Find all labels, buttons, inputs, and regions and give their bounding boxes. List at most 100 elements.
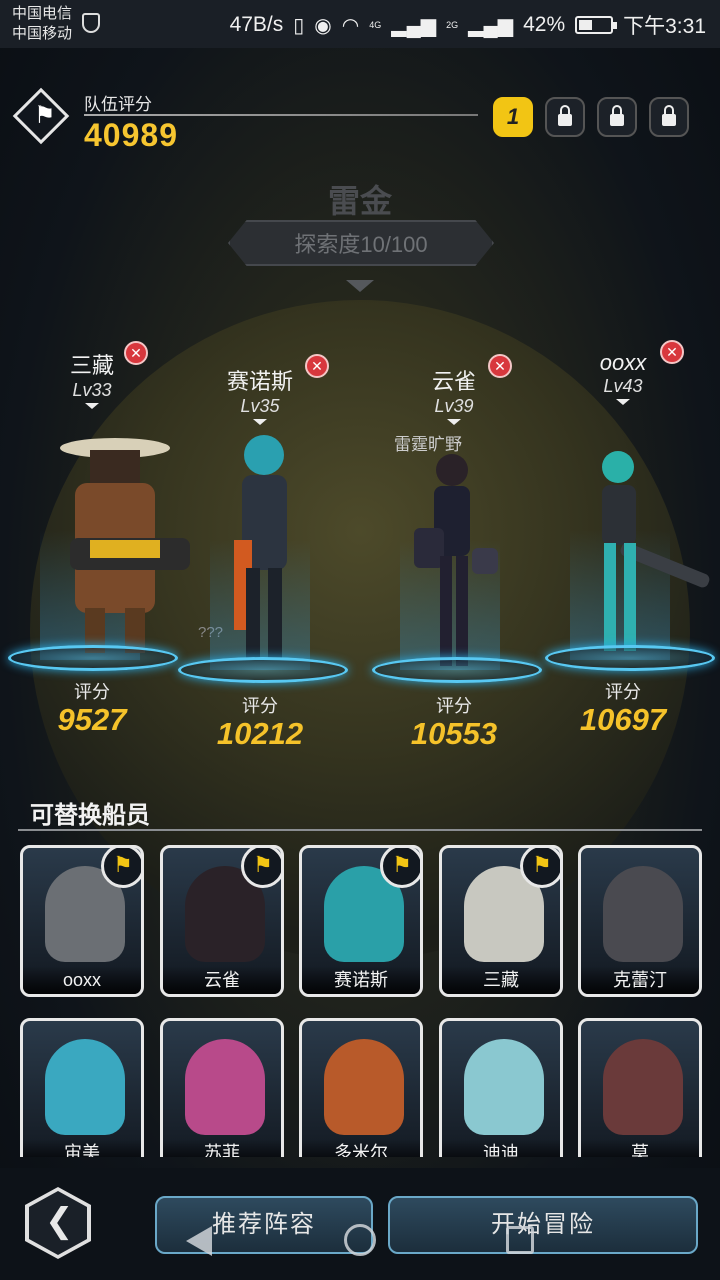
crew-figure-sainuosi[interactable] xyxy=(212,430,312,670)
team-slot-3[interactable] xyxy=(597,97,637,137)
crew-score-value: 10212 xyxy=(216,716,304,751)
carrier-2: 中国移动 xyxy=(12,25,73,42)
caret-down-icon xyxy=(616,399,630,405)
caret-down-icon xyxy=(447,419,461,425)
crew-score-value: 10553 xyxy=(410,716,498,751)
roster-card-ooxx[interactable]: ⚑ ooxx xyxy=(20,845,144,997)
avatar xyxy=(603,866,683,962)
roster-card-duomier[interactable]: 多米尔 xyxy=(299,1018,423,1157)
crew-figure-sanzang[interactable] xyxy=(30,428,200,663)
remove-crew-2-button[interactable]: ✕ xyxy=(305,354,329,378)
status-right: 47B/s ▯ ◉ ◠ 4G ▂▄▆ 2G ▂▄▆ 42% 下午3:31 xyxy=(230,10,706,40)
crew-level: Lv35 xyxy=(240,396,280,416)
roster-card-sainuosi[interactable]: ⚑ 赛诺斯 xyxy=(299,845,423,997)
avatar xyxy=(185,1039,265,1135)
roster-card-name: 多米尔 xyxy=(302,1139,420,1157)
roster-card-yunque[interactable]: ⚑ 云雀 xyxy=(160,845,284,997)
crew-score-value: 9527 xyxy=(57,702,127,737)
signal-2-icon: ▂▄▆ xyxy=(468,14,514,37)
area-name: 雷金 xyxy=(327,183,392,219)
team-slot-1[interactable]: 1 xyxy=(493,97,533,137)
signal-2g-label: 2G xyxy=(446,20,459,30)
roster-card-didi[interactable]: 迪迪 xyxy=(439,1018,563,1157)
roster-card-name: 克蕾汀 xyxy=(581,966,699,994)
lock-icon xyxy=(558,105,572,126)
team-slot-4[interactable] xyxy=(649,97,689,137)
signal-4g-label: 4G xyxy=(369,19,382,30)
crew-pad-3 xyxy=(372,657,542,683)
status-bar: 中国电信 中国移动 47B/s ▯ ◉ ◠ 4G ▂▄▆ 2G ▂▄▆ 42% … xyxy=(0,0,720,48)
battery-fill xyxy=(579,20,593,30)
crew-score-label: 评分 xyxy=(74,682,110,702)
team-divider xyxy=(84,114,478,116)
carrier-1: 中国电信 xyxy=(12,5,73,22)
flag-icon: ⚑ xyxy=(101,848,141,888)
roster-card-name: 迪迪 xyxy=(442,1139,560,1157)
flag-icon: ⚑ xyxy=(34,102,56,129)
team-score-value: 40989 xyxy=(84,117,178,153)
roster-title: 可替换船员 xyxy=(30,802,150,829)
roster-grid[interactable]: ⚑ ooxx ⚑ 云雀 ⚑ 赛诺斯 ⚑ 三藏 克蕾汀 宙美 苏菲 多米尔 迪迪 … xyxy=(20,845,702,1157)
roster-card-name: ooxx xyxy=(23,966,141,994)
chevron-left-icon: ❮ xyxy=(45,1202,74,1240)
roster-card-name: 莫 xyxy=(581,1139,699,1157)
roster-card-sanzang[interactable]: ⚑ 三藏 xyxy=(439,845,563,997)
battery-icon xyxy=(575,16,618,34)
exploration-banner: 探索度10/100 xyxy=(228,220,494,266)
remove-crew-3-button[interactable]: ✕ xyxy=(488,354,512,378)
shield-icon xyxy=(82,13,100,33)
team-slots: 1 xyxy=(493,97,689,137)
team-flag-badge: ⚑ xyxy=(12,87,70,145)
roster-card-mo[interactable]: 莫 xyxy=(578,1018,702,1157)
flag-icon: ⚑ xyxy=(241,848,281,888)
vibrate-icon: ▯ xyxy=(293,14,305,37)
crew-score-value: 10697 xyxy=(579,702,667,737)
crew-slot-3[interactable]: 云雀 Lv39 xyxy=(374,364,534,425)
flag-icon: ⚑ xyxy=(520,848,560,888)
avatar xyxy=(45,1039,125,1135)
team-score-label: 队伍评分 xyxy=(84,95,152,114)
flag-icon: ⚑ xyxy=(380,848,420,888)
avatar xyxy=(603,1039,683,1135)
wifi-icon: ◠ xyxy=(341,14,360,37)
clock: 下午3:31 xyxy=(623,15,706,38)
roster-card-name: 云雀 xyxy=(163,966,281,994)
signal-icon: ▂▄▆ xyxy=(391,14,437,37)
crew-level: Lv43 xyxy=(603,376,643,396)
crew-pad-2 xyxy=(178,657,348,683)
crew-score-label: 评分 xyxy=(242,696,278,716)
crew-figure-ooxx[interactable] xyxy=(578,445,718,665)
crew-figure-yunque[interactable] xyxy=(402,448,502,678)
roster-card-name: 三藏 xyxy=(442,966,560,994)
eye-icon: ◉ xyxy=(314,14,332,37)
roster-card-name: 宙美 xyxy=(23,1139,141,1157)
crew-level: Lv33 xyxy=(72,380,112,400)
roster-card-keleiting[interactable]: 克蕾汀 xyxy=(578,845,702,997)
crew-level: Lv39 xyxy=(434,396,474,416)
team-slot-2[interactable] xyxy=(545,97,585,137)
roster-card-name: 赛诺斯 xyxy=(302,966,420,994)
battery-percent: 42% xyxy=(523,13,566,36)
lock-icon xyxy=(610,105,624,126)
chevron-down-icon xyxy=(346,280,374,292)
avatar xyxy=(324,1039,404,1135)
back-button[interactable]: ❮ xyxy=(25,1187,91,1259)
carrier-info: 中国电信 中国移动 xyxy=(12,4,72,44)
remove-crew-4-button[interactable]: ✕ xyxy=(660,340,684,364)
crew-slot-1[interactable]: 三藏 Lv33 xyxy=(12,348,172,409)
crew-pad-1 xyxy=(8,645,178,671)
roster-card-name: 苏菲 xyxy=(163,1139,281,1157)
start-adventure-button[interactable]: 开始冒险 xyxy=(388,1196,698,1254)
lock-icon xyxy=(662,105,676,126)
crew-score-label: 评分 xyxy=(605,682,641,702)
caret-down-icon xyxy=(85,403,99,409)
roster-card-sufei[interactable]: 苏菲 xyxy=(160,1018,284,1157)
roster-card-zhoumei[interactable]: 宙美 xyxy=(20,1018,144,1157)
roster-divider xyxy=(18,829,702,831)
network-speed: 47B/s xyxy=(229,13,284,36)
remove-crew-1-button[interactable]: ✕ xyxy=(124,341,148,365)
crew-score-label: 评分 xyxy=(436,696,472,716)
caret-down-icon xyxy=(253,419,267,425)
avatar xyxy=(464,1039,544,1135)
recommend-lineup-button[interactable]: 推荐阵容 xyxy=(155,1196,373,1254)
